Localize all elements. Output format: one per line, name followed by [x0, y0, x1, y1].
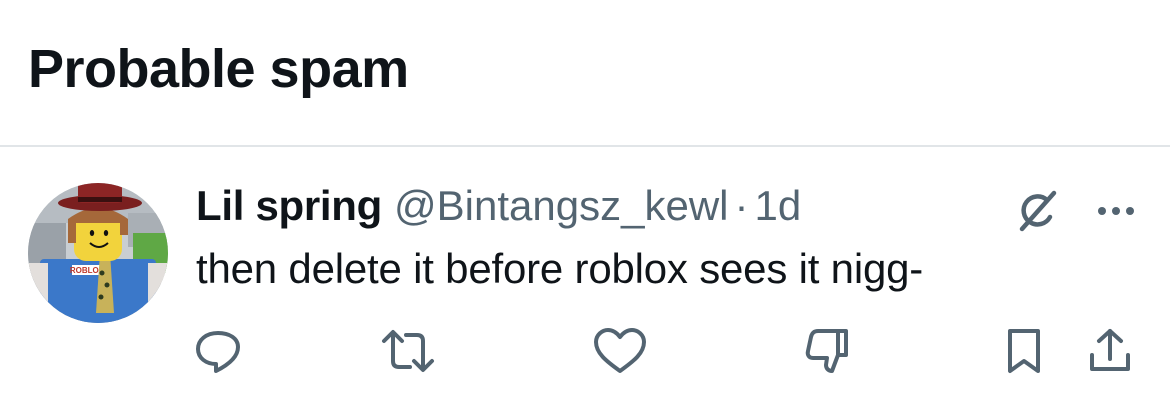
bookmark-button[interactable]	[996, 323, 1052, 379]
section-header: Probable spam	[0, 0, 1170, 145]
share-button[interactable]	[1082, 323, 1138, 379]
avatar[interactable]: ROBLOX	[28, 183, 168, 323]
separator-dot: ·	[734, 182, 749, 229]
grok-icon[interactable]	[1012, 187, 1060, 235]
tweet-text: then delete it before roblox sees it nig…	[196, 245, 924, 292]
tweet[interactable]: ROBLOX Lil spring @Bintangsz_kewl · 1d t…	[0, 147, 1170, 414]
timestamp[interactable]: 1d	[754, 181, 801, 231]
like-button[interactable]	[592, 323, 648, 379]
heart-icon	[594, 328, 646, 373]
section-title: Probable spam	[28, 39, 409, 99]
avatar-image: ROBLOX	[28, 183, 168, 323]
display-name[interactable]: Lil spring	[196, 181, 382, 231]
more-icon[interactable]	[1092, 191, 1140, 231]
bookmark-icon	[1008, 329, 1040, 373]
thumbs-down-icon	[805, 329, 848, 373]
user-handle[interactable]: @Bintangsz_kewl	[394, 181, 728, 231]
share-icon	[1090, 329, 1130, 371]
reply-button[interactable]	[190, 323, 246, 379]
dislike-button[interactable]	[800, 323, 856, 379]
reply-icon	[196, 331, 240, 373]
retweet-icon	[382, 330, 434, 372]
tweet-header: Lil spring @Bintangsz_kewl · 1d	[196, 181, 801, 231]
retweet-button[interactable]	[380, 323, 436, 379]
